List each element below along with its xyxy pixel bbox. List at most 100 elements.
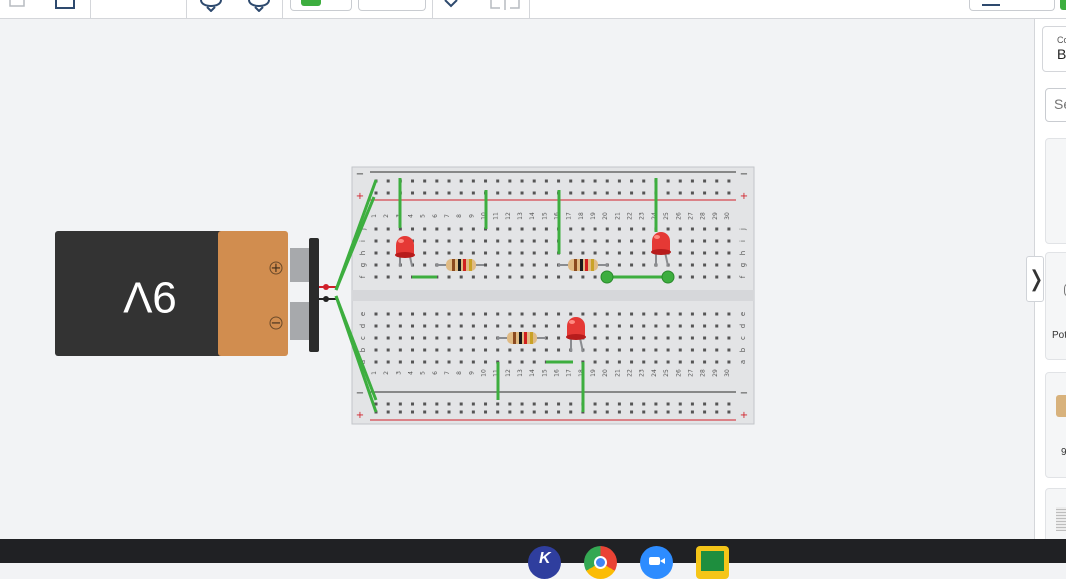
rail-hole[interactable]	[386, 402, 390, 406]
breadboard-hole[interactable]	[678, 324, 682, 328]
component-card-potentiometer[interactable]: Pot	[1045, 252, 1066, 360]
breadboard-hole[interactable]	[435, 336, 439, 340]
breadboard-hole[interactable]	[459, 275, 463, 279]
start-simulation-button[interactable]	[1060, 0, 1066, 10]
breadboard-hole[interactable]	[703, 275, 707, 279]
breadboard-hole[interactable]	[520, 360, 524, 364]
breadboard-hole[interactable]	[496, 227, 500, 231]
breadboard-hole[interactable]	[544, 348, 548, 352]
breadboard-hole[interactable]	[690, 239, 694, 243]
breadboard-hole[interactable]	[581, 275, 585, 279]
breadboard-hole[interactable]	[484, 324, 488, 328]
breadboard-hole[interactable]	[617, 263, 621, 267]
breadboard-hole[interactable]	[435, 227, 439, 231]
breadboard-hole[interactable]	[727, 251, 731, 255]
breadboard-hole[interactable]	[459, 348, 463, 352]
breadboard-hole[interactable]	[617, 312, 621, 316]
rail-hole[interactable]	[386, 410, 390, 414]
breadboard-hole[interactable]	[617, 348, 621, 352]
breadboard-hole[interactable]	[484, 263, 488, 267]
rail-hole[interactable]	[423, 410, 427, 414]
breadboard-hole[interactable]	[715, 263, 719, 267]
breadboard-hole[interactable]	[605, 360, 609, 364]
rail-hole[interactable]	[544, 179, 548, 183]
notes-icon[interactable]	[54, 0, 76, 12]
breadboard-hole[interactable]	[447, 251, 451, 255]
rail-hole[interactable]	[678, 402, 682, 406]
breadboard-hole[interactable]	[715, 251, 719, 255]
rail-hole[interactable]	[447, 179, 451, 183]
breadboard-hole[interactable]	[423, 227, 427, 231]
code-button[interactable]	[969, 0, 1055, 11]
breadboard-hole[interactable]	[484, 239, 488, 243]
breadboard-hole[interactable]	[374, 239, 378, 243]
breadboard-hole[interactable]	[496, 239, 500, 243]
rail-hole[interactable]	[569, 410, 573, 414]
rail-hole[interactable]	[520, 410, 524, 414]
breadboard-hole[interactable]	[447, 239, 451, 243]
breadboard-hole[interactable]	[690, 324, 694, 328]
rail-hole[interactable]	[532, 191, 536, 195]
breadboard-hole[interactable]	[727, 360, 731, 364]
breadboard-hole[interactable]	[593, 360, 597, 364]
breadboard-hole[interactable]	[703, 227, 707, 231]
breadboard-hole[interactable]	[544, 324, 548, 328]
breadboard-hole[interactable]	[386, 263, 390, 267]
breadboard-hole[interactable]	[459, 324, 463, 328]
breadboard-hole[interactable]	[715, 360, 719, 364]
breadboard[interactable]: 1122334455667788991010111112121313141415…	[351, 166, 755, 425]
breadboard-hole[interactable]	[520, 251, 524, 255]
rail-hole[interactable]	[435, 179, 439, 183]
breadboard-hole[interactable]	[593, 251, 597, 255]
breadboard-hole[interactable]	[374, 275, 378, 279]
breadboard-hole[interactable]	[423, 263, 427, 267]
rail-hole[interactable]	[630, 179, 634, 183]
breadboard-hole[interactable]	[715, 348, 719, 352]
breadboard-hole[interactable]	[666, 324, 670, 328]
breadboard-hole[interactable]	[569, 227, 573, 231]
rail-hole[interactable]	[642, 410, 646, 414]
breadboard-hole[interactable]	[508, 360, 512, 364]
component-card-resistor[interactable]: 9	[1045, 372, 1066, 478]
rail-hole[interactable]	[605, 402, 609, 406]
breadboard-hole[interactable]	[496, 251, 500, 255]
breadboard-hole[interactable]	[557, 324, 561, 328]
breadboard-hole[interactable]	[715, 312, 719, 316]
rail-hole[interactable]	[508, 191, 512, 195]
breadboard-hole[interactable]	[690, 312, 694, 316]
rail-hole[interactable]	[727, 179, 731, 183]
breadboard-hole[interactable]	[666, 227, 670, 231]
rail-hole[interactable]	[569, 179, 573, 183]
breadboard-hole[interactable]	[593, 336, 597, 340]
rail-hole[interactable]	[459, 191, 463, 195]
breadboard-hole[interactable]	[374, 324, 378, 328]
rail-hole[interactable]	[520, 402, 524, 406]
toggle-panel-button[interactable]: ❭	[1026, 256, 1045, 302]
breadboard-hole[interactable]	[715, 336, 719, 340]
rail-hole[interactable]	[508, 402, 512, 406]
circuit-canvas[interactable]: 9V + − 112233445566778899101011111212131…	[0, 19, 1034, 539]
breadboard-hole[interactable]	[605, 336, 609, 340]
rail-hole[interactable]	[690, 179, 694, 183]
breadboard-hole[interactable]	[678, 312, 682, 316]
breadboard-hole[interactable]	[642, 251, 646, 255]
rail-hole[interactable]	[435, 402, 439, 406]
breadboard-hole[interactable]	[703, 239, 707, 243]
breadboard-hole[interactable]	[593, 312, 597, 316]
breadboard-hole[interactable]	[642, 324, 646, 328]
battery-9v[interactable]: 9V + −	[55, 231, 336, 356]
breadboard-hole[interactable]	[727, 239, 731, 243]
breadboard-hole[interactable]	[666, 312, 670, 316]
breadboard-hole[interactable]	[471, 227, 475, 231]
breadboard-hole[interactable]	[374, 348, 378, 352]
breadboard-hole[interactable]	[471, 348, 475, 352]
breadboard-hole[interactable]	[459, 251, 463, 255]
breadboard-hole[interactable]	[386, 336, 390, 340]
rail-hole[interactable]	[666, 191, 670, 195]
rail-hole[interactable]	[703, 179, 707, 183]
breadboard-hole[interactable]	[654, 348, 658, 352]
breadboard-hole[interactable]	[544, 275, 548, 279]
breadboard-hole[interactable]	[605, 324, 609, 328]
rail-hole[interactable]	[398, 410, 402, 414]
breadboard-hole[interactable]	[593, 275, 597, 279]
